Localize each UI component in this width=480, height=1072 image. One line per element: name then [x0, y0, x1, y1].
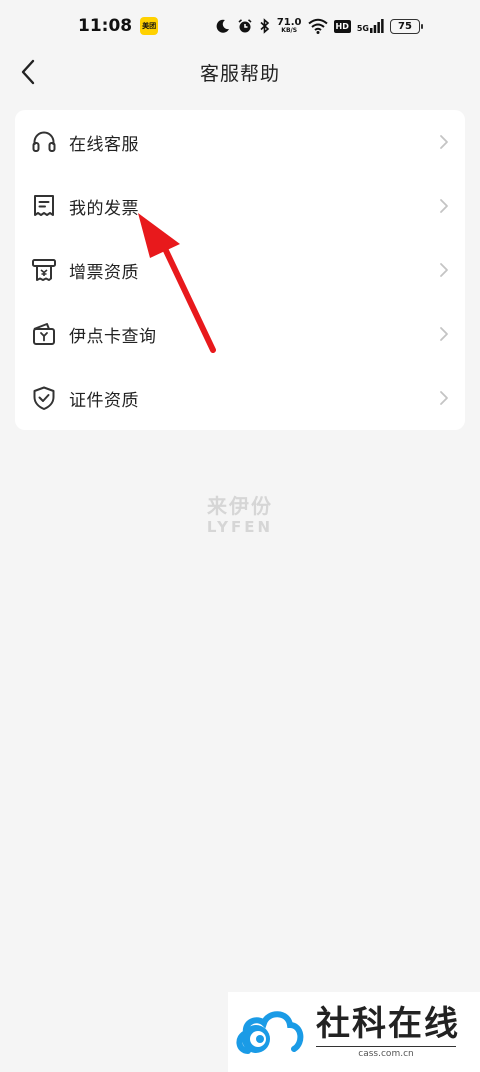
menu-item-certificates[interactable]: 证件资质 — [15, 366, 465, 430]
brand-name-cn: 来伊份 — [207, 494, 273, 518]
status-bar: 11:08 美团 71.0 KB/S HD 5G 75 — [0, 0, 480, 52]
chevron-right-icon — [437, 325, 451, 343]
menu-item-label: 增票资质 — [69, 262, 139, 283]
status-icons: 71.0 KB/S HD 5G 75 — [215, 18, 423, 34]
meituan-app-icon: 美团 — [140, 17, 159, 35]
brand-logo: 来伊份 LYFEN — [0, 494, 480, 536]
site-text: 社科在线 cass.com.cn — [316, 1004, 460, 1060]
shield-check-icon — [31, 385, 57, 411]
cloud-logo-icon — [236, 1011, 304, 1054]
menu-item-label: 伊点卡查询 — [69, 326, 157, 347]
chevron-right-icon — [437, 389, 451, 407]
menu-item-vat-invoice-qualification[interactable]: 增票资质 — [15, 238, 465, 302]
menu-item-label: 在线客服 — [69, 134, 139, 155]
menu-item-my-invoices[interactable]: 我的发票 — [15, 174, 465, 238]
site-watermark: 社科在线 cass.com.cn — [228, 992, 480, 1072]
status-time: 11:08 — [78, 16, 133, 36]
page-title: 客服帮助 — [199, 62, 280, 85]
signal-bars-icon — [370, 19, 384, 33]
alarm-icon — [238, 19, 252, 33]
network-type: 5G — [356, 24, 369, 33]
printer-receipt-icon — [31, 257, 57, 283]
nav-header: 客服帮助 — [0, 52, 480, 92]
receipt-icon — [31, 193, 57, 219]
network-speed-unit: KB/S — [281, 27, 298, 34]
battery-indicator: 75 — [390, 18, 423, 34]
cell-signal: 5G — [357, 19, 384, 33]
site-domain: cass.com.cn — [316, 1046, 456, 1060]
moon-icon — [216, 19, 229, 33]
hd-badge: HD — [333, 19, 351, 33]
site-name: 社科在线 — [316, 1004, 460, 1044]
battery-level: 75 — [398, 20, 412, 32]
menu-item-label: 证件资质 — [69, 390, 139, 411]
menu-item-card-balance-query[interactable]: 伊点卡查询 — [15, 302, 465, 366]
chevron-right-icon — [437, 197, 451, 215]
chevron-right-icon — [437, 261, 451, 279]
network-speed: 71.0 KB/S — [277, 18, 302, 34]
wallet-card-icon — [31, 321, 57, 347]
headset-icon — [31, 129, 57, 155]
menu-item-label: 我的发票 — [69, 198, 139, 219]
brand-name-en: LYFEN — [206, 518, 274, 536]
chevron-left-icon — [21, 59, 35, 85]
help-menu-card: 在线客服 我的发票 增票资质 伊点卡查询 证件资质 — [15, 110, 465, 430]
back-button[interactable] — [12, 54, 44, 90]
menu-item-online-service[interactable]: 在线客服 — [15, 110, 465, 174]
chevron-right-icon — [437, 133, 451, 151]
wifi-icon — [307, 18, 328, 34]
bluetooth-icon — [260, 18, 270, 34]
